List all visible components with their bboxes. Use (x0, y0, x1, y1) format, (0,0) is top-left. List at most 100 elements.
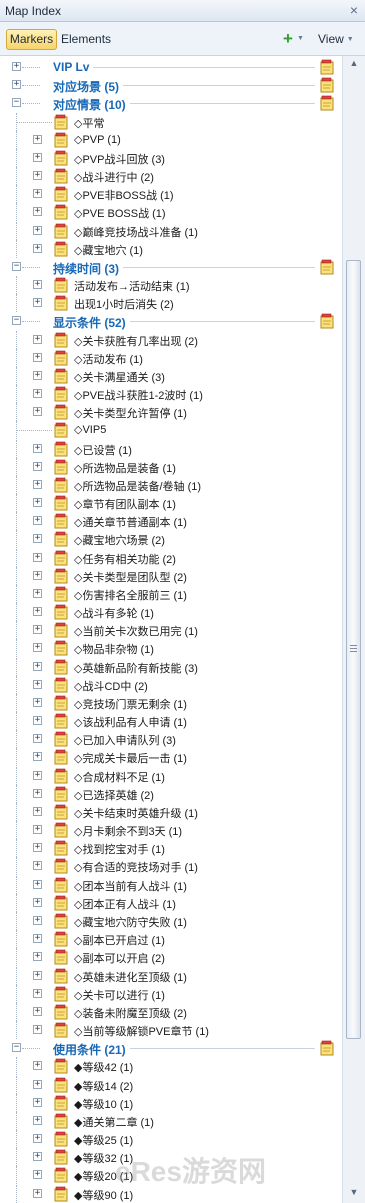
expand-icon[interactable]: + (33, 988, 42, 998)
expand-icon[interactable]: + (33, 752, 42, 762)
tree-item[interactable]: + ◇已选择英雄 (2) (0, 784, 342, 803)
tree-item[interactable]: + ◇通关章节普通副本 (1) (0, 512, 342, 531)
tree-item[interactable]: ◇平常 (0, 112, 342, 131)
tree-item[interactable]: + ◇战斗CD中 (2) (0, 675, 342, 694)
expand-icon[interactable]: + (33, 280, 42, 290)
tree-item[interactable]: + ◇当前关卡次数已用完 (1) (0, 621, 342, 640)
close-icon[interactable]: × (350, 2, 358, 18)
expand-icon[interactable]: + (12, 80, 21, 90)
note-icon[interactable] (320, 77, 334, 93)
tab-markers[interactable]: Markers (6, 29, 57, 50)
tree-item[interactable]: + ◇PVE BOSS战 (1) (0, 203, 342, 222)
tree-item[interactable]: + ◇副本已开启过 (1) (0, 930, 342, 949)
tree-item[interactable]: + ◇团本正有人战斗 (1) (0, 893, 342, 912)
expand-icon[interactable]: + (33, 479, 42, 489)
tree-item[interactable]: + ◇战斗进行中 (2) (0, 167, 342, 186)
expand-icon[interactable]: + (33, 334, 42, 344)
tree-item[interactable]: + ◇PVE非BOSS战 (1) (0, 185, 342, 204)
expand-icon[interactable]: + (33, 588, 42, 598)
expand-icon[interactable]: + (33, 1097, 42, 1107)
expand-icon[interactable]: + (33, 607, 42, 617)
expand-icon[interactable]: + (33, 1188, 42, 1198)
expand-icon[interactable]: + (33, 643, 42, 653)
expand-icon[interactable]: + (33, 1152, 42, 1162)
note-icon[interactable] (320, 95, 334, 111)
view-menu-button[interactable]: View ▼ (318, 32, 354, 46)
tree-item[interactable]: + ◇竞技场门票无剩余 (1) (0, 693, 342, 712)
tree-item[interactable]: + ◇找到挖宝对手 (1) (0, 839, 342, 858)
tree-item[interactable]: + ◇活动发布 (1) (0, 348, 342, 367)
category-row[interactable]: − 持续时间 (3) (0, 258, 342, 277)
note-icon[interactable] (320, 259, 334, 275)
tree-item[interactable]: + ◇关卡可以进行 (1) (0, 984, 342, 1003)
tree-item[interactable]: + ◇英雄未进化至顶级 (1) (0, 966, 342, 985)
expand-icon[interactable]: + (33, 370, 42, 380)
expand-icon[interactable]: + (33, 552, 42, 562)
tree-item[interactable]: + ◇已设营 (1) (0, 439, 342, 458)
expand-icon[interactable]: + (33, 716, 42, 726)
scroll-up-icon[interactable]: ▲ (347, 58, 361, 70)
tree-item[interactable]: + ◇关卡获胜有几率出现 (2) (0, 330, 342, 349)
collapse-icon[interactable]: − (12, 98, 21, 108)
collapse-icon[interactable]: − (12, 1043, 21, 1053)
expand-icon[interactable]: + (33, 407, 42, 417)
tree-item[interactable]: + ◆等级25 (1) (0, 1130, 342, 1149)
scroll-down-icon[interactable]: ▼ (347, 1187, 361, 1199)
tree-item[interactable]: + ◇伤害排名全服前三 (1) (0, 584, 342, 603)
expand-icon[interactable]: + (33, 243, 42, 253)
expand-icon[interactable]: + (33, 443, 42, 453)
note-icon[interactable] (320, 59, 334, 75)
expand-icon[interactable]: + (33, 134, 42, 144)
tree-item[interactable]: + ◇战斗有多轮 (1) (0, 603, 342, 622)
expand-icon[interactable]: + (33, 879, 42, 889)
tree-item[interactable]: + ◆通关第二章 (1) (0, 1111, 342, 1130)
tree-item[interactable]: + ◇关卡结束时英雄升级 (1) (0, 802, 342, 821)
tree-item[interactable]: + ◇关卡类型允许暂停 (1) (0, 403, 342, 422)
collapse-icon[interactable]: − (12, 261, 21, 271)
tree-item[interactable]: + ◇已加入申请队列 (3) (0, 730, 342, 749)
tree-item[interactable]: + 出现1小时后消失 (2) (0, 294, 342, 313)
expand-icon[interactable]: + (33, 1170, 42, 1180)
expand-icon[interactable]: + (33, 788, 42, 798)
category-row[interactable]: + 对应场景 (5) (0, 76, 342, 96)
tree-item[interactable]: + ◇团本当前有人战斗 (1) (0, 875, 342, 894)
tree-item[interactable]: + ◇所选物品是装备 (1) (0, 457, 342, 476)
category-row[interactable]: − 使用条件 (21) (0, 1039, 342, 1059)
expand-icon[interactable]: + (33, 389, 42, 399)
category-row[interactable]: − 显示条件 (52) (0, 312, 342, 332)
tree-item[interactable]: + ◇任务有相关功能 (2) (0, 548, 342, 567)
tree-item[interactable]: + ◇章节有团队副本 (1) (0, 494, 342, 513)
tree-item[interactable]: + ◇合成材料不足 (1) (0, 766, 342, 785)
add-button[interactable]: + ▼ (283, 30, 305, 48)
expand-icon[interactable]: + (33, 934, 42, 944)
tree-item[interactable]: + ◆等级14 (2) (0, 1075, 342, 1094)
tab-elements[interactable]: Elements (61, 32, 111, 46)
expand-icon[interactable]: + (33, 679, 42, 689)
note-icon[interactable] (320, 313, 334, 329)
expand-icon[interactable]: + (33, 861, 42, 871)
tree-item[interactable]: + ◇PVP (1) (0, 130, 342, 149)
expand-icon[interactable]: + (33, 1134, 42, 1144)
expand-icon[interactable]: + (33, 697, 42, 707)
expand-icon[interactable]: + (33, 897, 42, 907)
tree-item[interactable]: + ◇有合适的竞技场对手 (1) (0, 857, 342, 876)
expand-icon[interactable]: + (33, 770, 42, 780)
vertical-scrollbar[interactable]: ▲ ▼ (342, 56, 365, 1203)
tree-item[interactable]: + ◇PVE战斗获胜1-2波时 (1) (0, 385, 342, 404)
tree-item[interactable]: + ◇副本可以开启 (2) (0, 948, 342, 967)
expand-icon[interactable]: + (33, 625, 42, 635)
tree-item[interactable]: + ◇藏宝地穴场景 (2) (0, 530, 342, 549)
expand-icon[interactable]: + (33, 461, 42, 471)
tree-item[interactable]: + ◇藏宝地穴 (1) (0, 239, 342, 258)
expand-icon[interactable]: + (33, 534, 42, 544)
expand-icon[interactable]: + (33, 1006, 42, 1016)
expand-icon[interactable]: + (33, 1115, 42, 1125)
tree-item[interactable]: + ◇PVP战斗回放 (3) (0, 148, 342, 167)
expand-icon[interactable]: + (33, 498, 42, 508)
expand-icon[interactable]: + (33, 516, 42, 526)
tree-item[interactable]: + 活动发布→活动结束 (1) (0, 276, 342, 295)
expand-icon[interactable]: + (33, 171, 42, 181)
tree-item[interactable]: + ◇藏宝地穴防守失败 (1) (0, 911, 342, 930)
expand-icon[interactable]: + (33, 825, 42, 835)
category-row[interactable]: + VIP Lv (0, 58, 342, 76)
